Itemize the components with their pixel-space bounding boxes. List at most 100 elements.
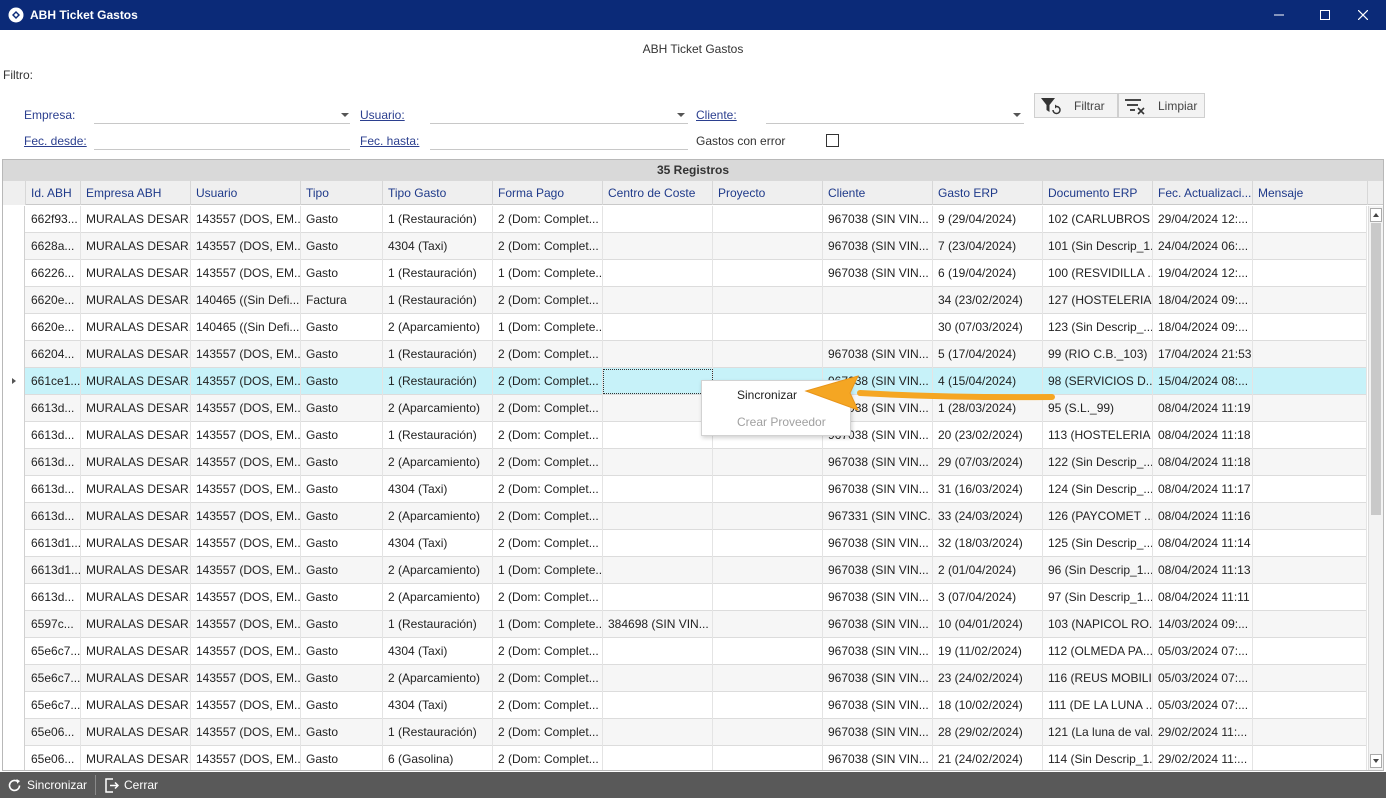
table-cell[interactable]: 967038 (SIN VIN... [823, 665, 933, 692]
table-cell[interactable]: Gasto [301, 260, 383, 287]
table-cell[interactable]: 143557 (DOS, EM... [191, 692, 301, 719]
table-cell[interactable]: 2 (01/04/2024) [933, 557, 1043, 584]
table-cell[interactable]: 08/04/2024 11:18 [1153, 449, 1253, 476]
table-cell[interactable] [1253, 449, 1367, 476]
table-cell[interactable]: Gasto [301, 422, 383, 449]
table-cell[interactable]: 2 (Aparcamiento) [383, 395, 493, 422]
table-cell[interactable] [603, 503, 713, 530]
table-cell[interactable]: 2 (Dom: Complet... [493, 665, 603, 692]
table-cell[interactable]: 19 (11/02/2024) [933, 638, 1043, 665]
row-indicator[interactable] [3, 395, 25, 422]
column-header[interactable]: Empresa ABH [81, 181, 191, 205]
column-header[interactable]: Documento ERP [1043, 181, 1153, 205]
row-indicator[interactable] [3, 260, 25, 287]
table-cell[interactable]: Gasto [301, 584, 383, 611]
table-cell[interactable] [713, 287, 823, 314]
table-cell[interactable]: 101 (Sin Descrip_1... [1043, 233, 1153, 260]
table-cell[interactable] [1253, 476, 1367, 503]
table-cell[interactable] [603, 584, 713, 611]
column-header[interactable]: Centro de Coste [603, 181, 713, 205]
table-cell[interactable]: 967038 (SIN VIN... [823, 233, 933, 260]
row-indicator[interactable] [3, 557, 25, 584]
table-cell[interactable] [1253, 611, 1367, 638]
table-cell[interactable]: 6620e... [26, 287, 81, 314]
sincronizar-button[interactable]: Sincronizar [7, 772, 87, 798]
table-cell[interactable]: 1 (Restauración) [383, 260, 493, 287]
table-cell[interactable] [603, 449, 713, 476]
table-cell[interactable]: MURALAS DESAR... [81, 530, 191, 557]
table-cell[interactable] [1253, 233, 1367, 260]
table-cell[interactable]: 4304 (Taxi) [383, 476, 493, 503]
table-cell[interactable]: 65e6c7... [26, 665, 81, 692]
table-cell[interactable]: 65e06... [26, 719, 81, 746]
fec-desde-field[interactable] [94, 149, 350, 150]
table-row[interactable]: 66226... MURALAS DESAR... 143557 (DOS, EM.… [3, 260, 1367, 287]
table-cell[interactable] [1253, 746, 1367, 770]
table-cell[interactable] [713, 719, 823, 746]
table-cell[interactable]: Gasto [301, 719, 383, 746]
table-cell[interactable]: 143557 (DOS, EM... [191, 206, 301, 233]
table-cell[interactable]: 1 (28/03/2024) [933, 395, 1043, 422]
table-cell[interactable]: 2 (Dom: Complet... [493, 638, 603, 665]
table-cell[interactable]: 6613d1... [26, 557, 81, 584]
table-cell[interactable] [1253, 287, 1367, 314]
table-cell[interactable]: 143557 (DOS, EM... [191, 611, 301, 638]
table-cell[interactable]: 08/04/2024 11:11 [1153, 584, 1253, 611]
table-cell[interactable]: 143557 (DOS, EM... [191, 584, 301, 611]
table-cell[interactable]: MURALAS DESAR... [81, 503, 191, 530]
table-cell[interactable] [713, 692, 823, 719]
table-cell[interactable]: 32 (18/03/2024) [933, 530, 1043, 557]
table-cell[interactable]: 08/04/2024 11:16 [1153, 503, 1253, 530]
table-row[interactable]: 6613d... MURALAS DESAR... 143557 (DOS, EM.… [3, 476, 1367, 503]
table-cell[interactable]: 08/04/2024 11:14 [1153, 530, 1253, 557]
column-header[interactable]: Usuario [191, 181, 301, 205]
table-cell[interactable]: 143557 (DOS, EM... [191, 395, 301, 422]
table-cell[interactable] [823, 314, 933, 341]
table-cell[interactable]: 2 (Dom: Complet... [493, 341, 603, 368]
table-row[interactable]: 6613d... MURALAS DESAR... 143557 (DOS, EM.… [3, 422, 1367, 449]
table-cell[interactable] [713, 341, 823, 368]
table-cell[interactable]: MURALAS DESAR... [81, 287, 191, 314]
table-cell[interactable]: MURALAS DESAR... [81, 341, 191, 368]
table-cell[interactable]: MURALAS DESAR... [81, 665, 191, 692]
table-cell[interactable] [603, 206, 713, 233]
fec-desde-label[interactable]: Fec. desde: [24, 134, 87, 148]
gastos-error-checkbox[interactable] [826, 134, 839, 147]
table-cell[interactable]: 112 (OLMEDA PA... [1043, 638, 1153, 665]
table-cell[interactable] [603, 746, 713, 770]
table-cell[interactable]: 384698 (SIN VIN... [603, 611, 713, 638]
row-indicator[interactable] [3, 341, 25, 368]
table-cell[interactable]: 4 (15/04/2024) [933, 368, 1043, 395]
cliente-chevron-down-icon[interactable] [1013, 113, 1021, 117]
table-cell[interactable]: 33 (24/03/2024) [933, 503, 1043, 530]
table-cell[interactable]: 2 (Dom: Complet... [493, 692, 603, 719]
table-cell[interactable]: Gasto [301, 665, 383, 692]
table-cell[interactable]: 2 (Aparcamiento) [383, 665, 493, 692]
table-cell[interactable] [713, 584, 823, 611]
table-cell[interactable]: 2 (Dom: Complet... [493, 233, 603, 260]
table-cell[interactable]: 24/04/2024 06:... [1153, 233, 1253, 260]
table-cell[interactable]: 6613d... [26, 395, 81, 422]
minimize-button[interactable] [1256, 0, 1302, 30]
table-cell[interactable]: 6 (Gasolina) [383, 746, 493, 770]
table-cell[interactable] [603, 719, 713, 746]
table-cell[interactable]: 2 (Dom: Complet... [493, 206, 603, 233]
table-cell[interactable]: 31 (16/03/2024) [933, 476, 1043, 503]
table-cell[interactable] [1253, 206, 1367, 233]
table-cell[interactable]: 2 (Dom: Complet... [493, 503, 603, 530]
table-cell[interactable]: MURALAS DESAR... [81, 422, 191, 449]
empresa-dropdown[interactable] [94, 123, 350, 124]
table-cell[interactable] [1253, 638, 1367, 665]
table-row[interactable]: 6613d... MURALAS DESAR... 143557 (DOS, EM.… [3, 395, 1367, 422]
table-cell[interactable]: MURALAS DESAR... [81, 584, 191, 611]
table-cell[interactable]: 143557 (DOS, EM... [191, 719, 301, 746]
table-cell[interactable]: 4304 (Taxi) [383, 530, 493, 557]
table-row[interactable]: 6620e... MURALAS DESAR... 140465 ((Sin Def… [3, 314, 1367, 341]
table-cell[interactable] [713, 665, 823, 692]
table-cell[interactable]: 2 (Dom: Complet... [493, 287, 603, 314]
table-cell[interactable]: Gasto [301, 746, 383, 770]
row-indicator[interactable] [3, 665, 25, 692]
table-cell[interactable]: 08/04/2024 11:19 [1153, 395, 1253, 422]
table-cell[interactable]: MURALAS DESAR... [81, 368, 191, 395]
table-row[interactable]: 6613d1... MURALAS DESAR... 143557 (DOS, EM… [3, 557, 1367, 584]
